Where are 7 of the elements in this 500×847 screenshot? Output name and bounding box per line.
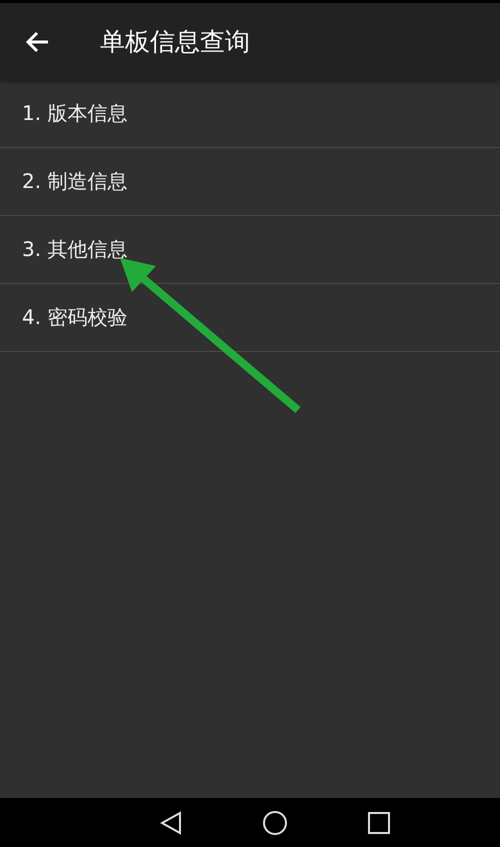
home-nav-icon[interactable] <box>262 810 288 836</box>
back-nav-icon[interactable] <box>160 810 182 834</box>
recents-nav-icon[interactable] <box>368 812 390 834</box>
menu-item[interactable]: 1. 版本信息 <box>0 80 500 148</box>
menu-item[interactable]: 4. 密码校验 <box>0 284 500 352</box>
toolbar-title: 单板信息查询 <box>100 26 250 58</box>
menu-item[interactable]: 2. 制造信息 <box>0 148 500 216</box>
